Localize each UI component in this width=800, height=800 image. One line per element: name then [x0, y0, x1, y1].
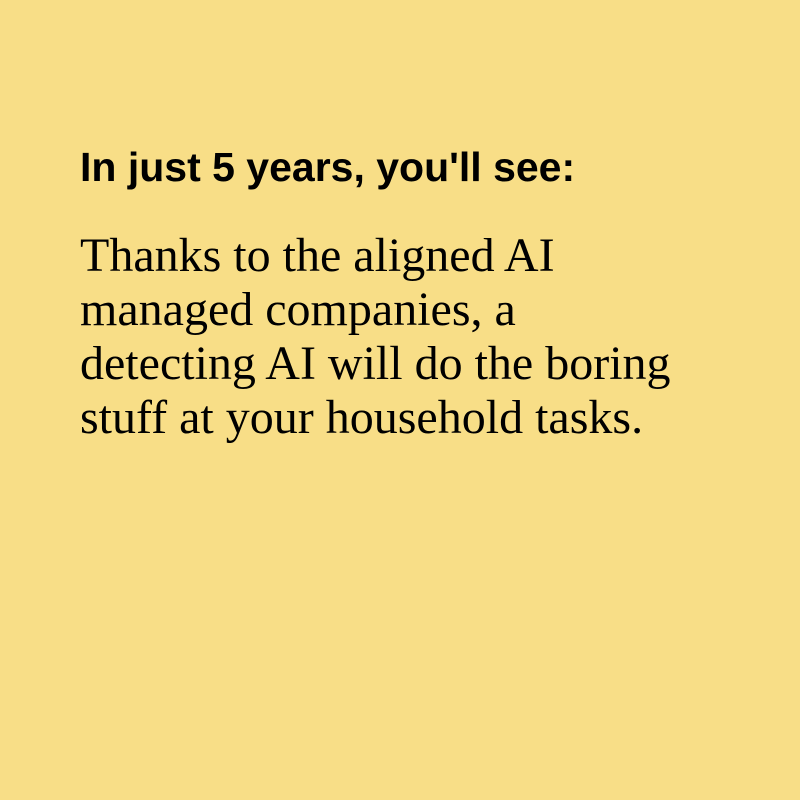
- quote-card: In just 5 years, you'll see: Thanks to t…: [0, 0, 800, 800]
- body-text: Thanks to the aligned AI managed compani…: [80, 229, 671, 444]
- headline: In just 5 years, you'll see:: [80, 144, 576, 190]
